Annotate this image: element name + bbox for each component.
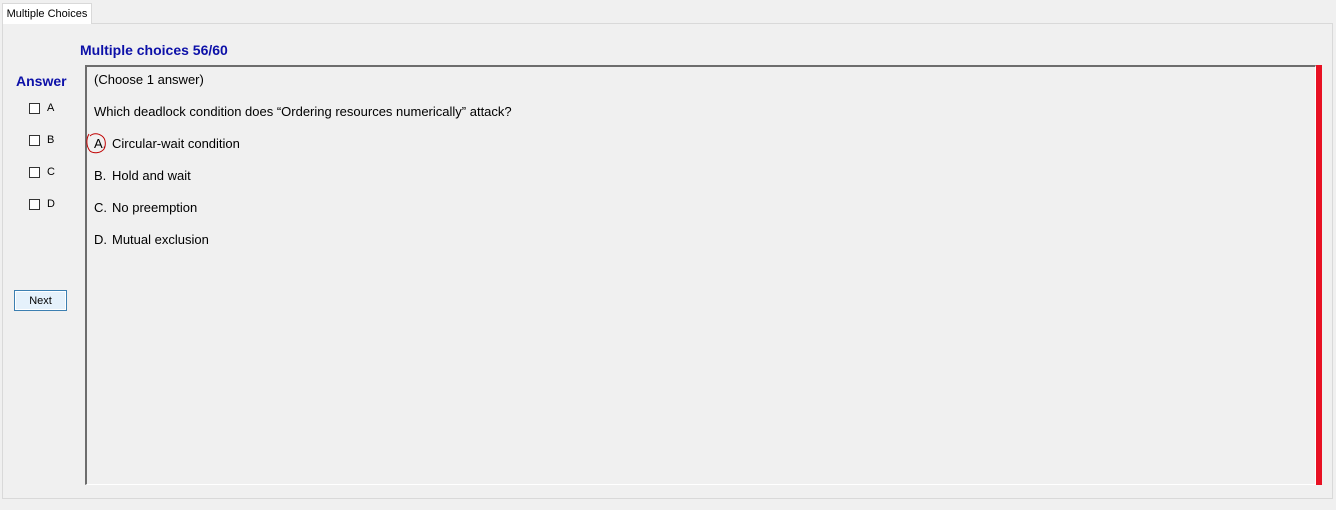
next-button[interactable]: Next: [14, 290, 67, 311]
option-text-a: Circular-wait condition: [112, 136, 240, 151]
question-option-c: C. No preemption: [94, 200, 197, 215]
answer-option-b[interactable]: B: [29, 133, 54, 147]
option-letter-d: D.: [94, 232, 107, 247]
answer-option-a[interactable]: A: [29, 101, 54, 115]
checkbox-b[interactable]: [29, 134, 40, 146]
option-letter-b: B.: [94, 168, 107, 183]
checkbox-c[interactable]: [29, 166, 40, 178]
option-letter-c: C.: [94, 200, 107, 215]
option-text-c: No preemption: [112, 200, 198, 215]
answer-option-c[interactable]: C: [29, 165, 55, 179]
checkbox-label-d: D: [47, 198, 55, 210]
scrollbar-accent-bar: [1316, 65, 1322, 485]
checkbox-label-a: A: [47, 102, 55, 114]
question-instruction: (Choose 1 answer): [94, 72, 204, 87]
option-text-b: Hold and wait: [112, 168, 191, 183]
checkbox-a[interactable]: [29, 102, 40, 114]
page-title: Multiple choices 56/60: [80, 42, 228, 58]
checkbox-d[interactable]: [29, 198, 40, 210]
checkbox-label-b: B: [47, 134, 55, 146]
answer-label: Answer: [16, 73, 67, 89]
option-text-d: Mutual exclusion: [112, 232, 209, 247]
tab-multiple-choices[interactable]: Multiple Choices: [2, 3, 92, 24]
answer-option-d[interactable]: D: [29, 197, 55, 211]
question-option-a: A. Circular-wait condition: [94, 136, 240, 151]
question-option-d: D. Mutual exclusion: [94, 232, 209, 247]
hand-drawn-circle-icon: [86, 133, 106, 154]
checkbox-label-c: C: [47, 166, 55, 178]
question-content-box[interactable]: [85, 65, 1316, 485]
question-text: Which deadlock condition does “Ordering …: [94, 104, 512, 119]
question-option-b: B. Hold and wait: [94, 168, 191, 183]
